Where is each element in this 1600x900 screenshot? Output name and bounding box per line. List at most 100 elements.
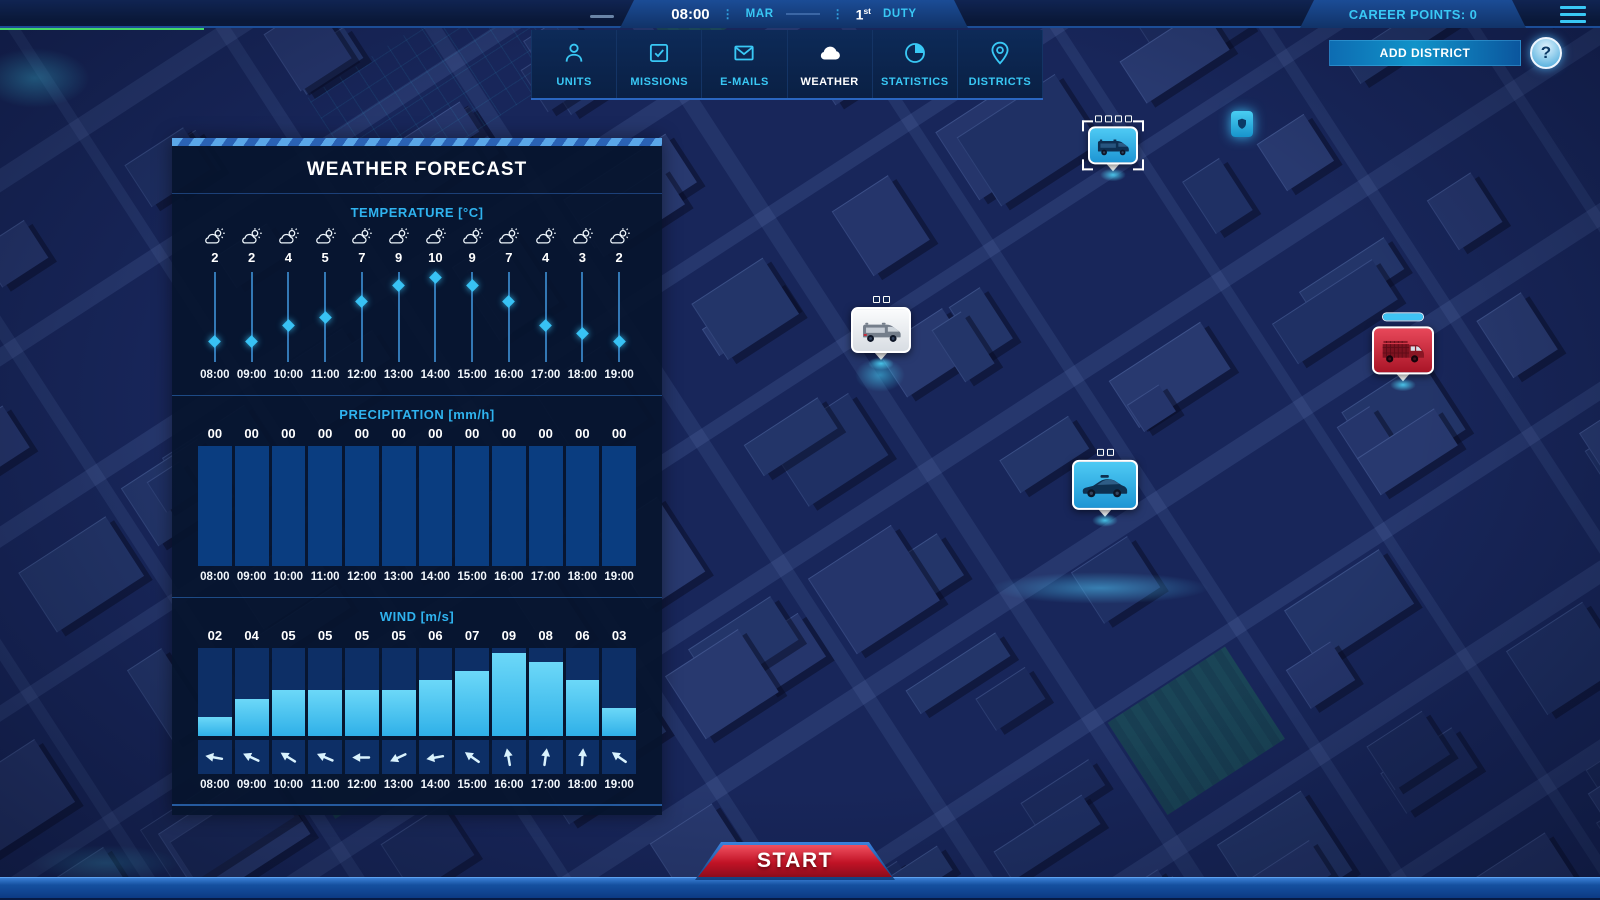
tab-label: UNITS (556, 76, 592, 88)
temperature-column (566, 270, 600, 364)
wind-bar-fill (198, 717, 232, 736)
sun-behind-cloud-icon (198, 224, 232, 250)
temperature-value: 4 (529, 250, 563, 270)
marker-glow (1100, 168, 1126, 181)
sun-behind-cloud-icon (419, 224, 453, 250)
wind-section-label: WIND [m/s] (172, 609, 662, 624)
sun-behind-cloud-icon (308, 224, 342, 250)
ambulance-marker[interactable] (851, 296, 911, 370)
time-label: 15:00 (455, 364, 489, 386)
wind-bar-column (382, 648, 416, 736)
precipitation-value: 00 (198, 426, 232, 446)
panel-divider (172, 395, 662, 396)
map-building (1427, 172, 1503, 250)
temperature-line (214, 272, 216, 362)
tab-units[interactable]: UNITS (531, 30, 617, 98)
checkbox-icon (646, 40, 672, 71)
temperature-column (529, 270, 563, 364)
temperature-point (503, 295, 516, 308)
wind-direction-arrow-icon (492, 740, 526, 774)
wind-direction-arrow-icon (419, 740, 453, 774)
pie-chart-icon (902, 40, 928, 71)
police-shield-icon[interactable] (1231, 111, 1253, 137)
start-button[interactable]: START (695, 842, 895, 880)
temperature-value: 5 (308, 250, 342, 270)
map-building (1286, 642, 1355, 709)
sun-behind-cloud-icon (455, 224, 489, 250)
sun-behind-cloud-icon (529, 224, 563, 250)
wind-bar-column (272, 648, 306, 736)
cloud-icon (817, 40, 843, 71)
time-label: 17:00 (529, 364, 563, 386)
mission-slot (1115, 115, 1122, 122)
mission-slot (883, 296, 890, 303)
map-building (0, 220, 49, 288)
temperature-point (539, 319, 552, 332)
wind-bar-fill (308, 690, 342, 736)
time-label: 17:00 (529, 566, 563, 588)
temperature-column (492, 270, 526, 364)
temperature-line (545, 272, 547, 362)
hamburger-menu-icon[interactable] (1560, 6, 1586, 23)
temperature-column (455, 270, 489, 364)
temperature-column (272, 270, 306, 364)
precipitation-bar (419, 446, 453, 566)
add-district-button[interactable]: ADD DISTRICT (1329, 40, 1521, 66)
wind-values-row: 020405050505060709080603 (172, 628, 662, 648)
wind-value: 03 (602, 628, 636, 648)
day-label: MAR (746, 8, 774, 20)
precipitation-bar (566, 446, 600, 566)
time-label: 09:00 (235, 364, 269, 386)
selection-bracket (1082, 159, 1093, 170)
help-button[interactable]: ? (1530, 37, 1562, 69)
wind-bar-fill (272, 690, 306, 736)
wind-value: 04 (235, 628, 269, 648)
tab-districts[interactable]: DISTRICTS (958, 30, 1043, 98)
time-label: 08:00 (198, 566, 232, 588)
sun-behind-cloud-icon (566, 224, 600, 250)
precipitation-bar (455, 446, 489, 566)
wind-direction-arrow-icon (272, 740, 306, 774)
time-label: 12:00 (345, 364, 379, 386)
temperature-line (251, 272, 253, 362)
tab-weather[interactable]: WEATHER (788, 30, 873, 98)
separator-dots-icon: ⋮ (722, 8, 734, 20)
wind-direction-arrow-icon (455, 740, 489, 774)
temperature-line (434, 272, 436, 362)
time-label: 18:00 (566, 566, 600, 588)
police-car-icon (1072, 460, 1138, 510)
wind-bar-column (492, 648, 526, 736)
temperature-line (508, 272, 510, 362)
wind-direction-row (172, 736, 662, 774)
temperature-value: 9 (382, 250, 416, 270)
map-building (691, 258, 799, 361)
precipitation-value: 00 (235, 426, 269, 446)
tab-missions[interactable]: MISSIONS (617, 30, 702, 98)
top-bar: 08:00 ⋮ MAR ⋮ 1st DUTY CAREER POINTS: 0 (0, 0, 1600, 28)
tab-emails[interactable]: E-MAILS (702, 30, 787, 98)
ambulance-marker[interactable] (1088, 115, 1138, 181)
time-label: 18:00 (566, 774, 600, 796)
precipitation-chart (172, 446, 662, 566)
police-car-marker[interactable] (1072, 449, 1138, 527)
temperature-point (466, 279, 479, 292)
temperature-point (613, 335, 626, 348)
panel-stripes-decor (172, 138, 662, 146)
tab-statistics[interactable]: STATISTICS (873, 30, 958, 98)
temperature-value: 2 (602, 250, 636, 270)
temperature-column (308, 270, 342, 364)
wind-value: 05 (272, 628, 306, 648)
sun-behind-cloud-icon (235, 224, 269, 250)
temperature-point (356, 295, 369, 308)
time-label: 12:00 (345, 566, 379, 588)
time-label: 14:00 (419, 774, 453, 796)
marker-glow (1390, 378, 1416, 391)
precipitation-value: 00 (272, 426, 306, 446)
mission-slot (1095, 115, 1102, 122)
selection-bracket (1133, 159, 1144, 170)
weather-forecast-panel: WEATHER FORECAST TEMPERATURE [°C] 224579… (172, 138, 662, 815)
fire-truck-marker[interactable] (1372, 312, 1434, 391)
precipitation-value: 00 (308, 426, 342, 446)
precipitation-values-row: 000000000000000000000000 (172, 426, 662, 446)
wind-bar-fill (345, 690, 379, 736)
